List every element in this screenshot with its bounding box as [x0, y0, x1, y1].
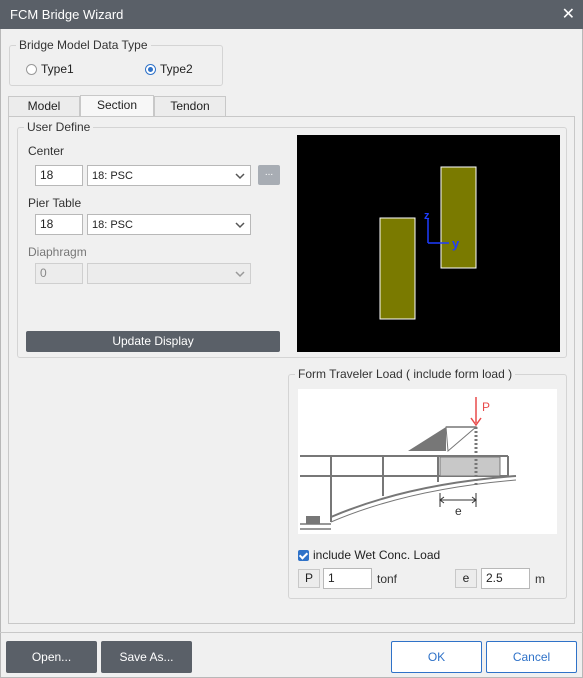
form-traveler-diagram: P e [298, 389, 557, 534]
window-title: FCM Bridge Wizard [10, 7, 124, 22]
p-value-input[interactable]: 1 [323, 568, 372, 589]
center-label: Center [28, 144, 65, 158]
wet-conc-label: include Wet Conc. Load [313, 548, 441, 562]
section-shape-right [440, 166, 477, 269]
wet-conc-checkbox[interactable]: include Wet Conc. Load [298, 548, 440, 562]
section-shape-left [379, 217, 416, 320]
section-preview: z y [297, 135, 560, 352]
checkbox-checked-icon [298, 549, 309, 561]
browse-button[interactable]: ... [258, 165, 280, 185]
diaphragm-id-input: 0 [35, 263, 83, 284]
section-preview-canvas: z y [379, 166, 477, 320]
pier-table-id-input[interactable]: 18 [35, 214, 83, 235]
diaphragm-label: Diaphragm [28, 245, 87, 259]
e-unit-label: m [535, 572, 545, 586]
type2-radio[interactable]: Type2 [145, 62, 193, 76]
e-tag: e [455, 569, 477, 588]
type1-radio[interactable]: Type1 [26, 62, 74, 76]
pier-table-section-value: 18: PSC [92, 219, 133, 231]
user-define-legend: User Define [27, 120, 91, 134]
tab-tendon[interactable]: Tendon [154, 96, 226, 116]
open-button[interactable]: Open... [6, 641, 97, 673]
center-id-input[interactable]: 18 [35, 165, 83, 186]
update-display-button[interactable]: Update Display [26, 331, 280, 352]
close-icon[interactable]: ✕ [562, 4, 575, 24]
tab-section[interactable]: Section [80, 95, 154, 116]
y-axis-label: y [452, 236, 460, 251]
type1-label: Type1 [41, 62, 74, 76]
tab-model[interactable]: Model [8, 96, 80, 116]
pier-table-label: Pier Table [28, 196, 82, 210]
radio-unchecked-icon [26, 63, 37, 75]
chevron-down-icon [235, 271, 245, 278]
type2-label: Type2 [160, 62, 193, 76]
pier-table-section-select[interactable]: 18: PSC [87, 214, 251, 235]
chevron-down-icon [235, 173, 245, 180]
p-unit-label: tonf [377, 572, 398, 586]
diagram-p-label: P [482, 400, 490, 414]
radio-checked-icon [145, 63, 156, 75]
footer-separator [0, 632, 583, 633]
cancel-button[interactable]: Cancel [486, 641, 577, 673]
z-axis-label: z [424, 210, 430, 222]
p-tag: P [298, 569, 320, 588]
center-section-value: 18: PSC [92, 170, 133, 182]
save-as-button[interactable]: Save As... [101, 641, 192, 673]
center-section-select[interactable]: 18: PSC [87, 165, 251, 186]
chevron-down-icon [235, 222, 245, 229]
form-traveler-legend: Form Traveler Load ( include form load ) [298, 367, 513, 381]
title-bar: FCM Bridge Wizard ✕ [0, 0, 583, 29]
model-type-legend: Bridge Model Data Type [19, 38, 148, 52]
form-traveler-drawing: P e [300, 397, 517, 530]
e-value-input[interactable]: 2.5 [481, 568, 530, 589]
ok-button[interactable]: OK [391, 641, 482, 673]
diagram-e-label: e [455, 504, 462, 518]
diaphragm-section-select [87, 263, 251, 284]
